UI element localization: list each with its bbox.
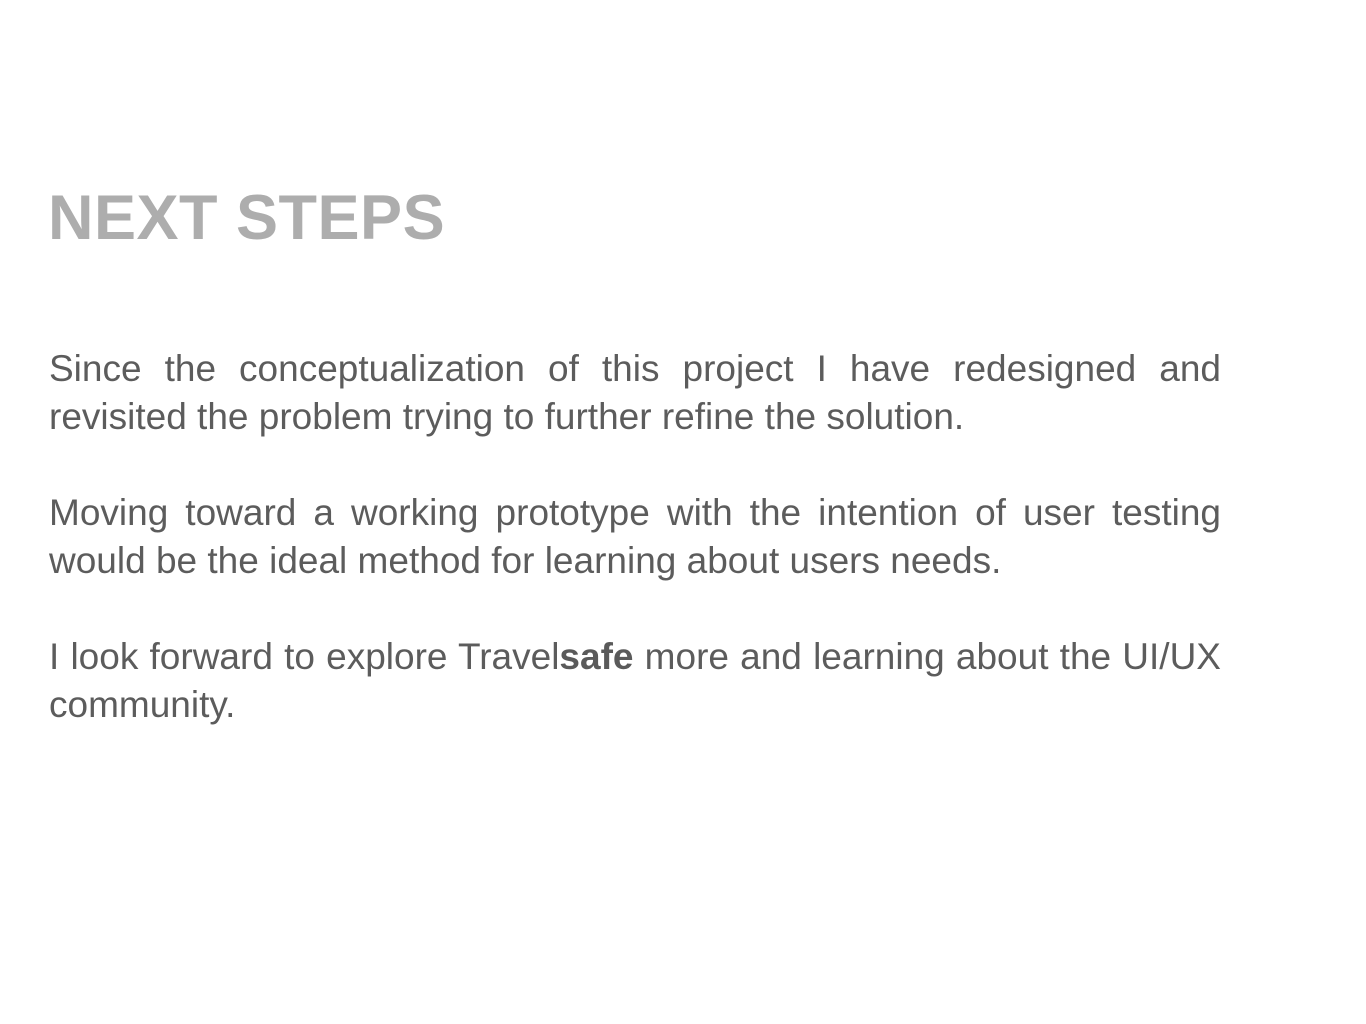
paragraph-travelsafe: I look forward to explore Travelsafe mor… (49, 633, 1221, 729)
paragraph-redesign: Since the conceptualization of this proj… (49, 348, 1221, 437)
brand-emphasis: safe (559, 636, 634, 677)
paragraph-travelsafe-start: I look forward to explore Travel (49, 636, 560, 677)
paragraph-prototype: Moving toward a working prototype with t… (49, 492, 1221, 581)
slide-title: NEXT STEPS (48, 183, 446, 253)
slide: NEXT STEPS Since the conceptualization o… (0, 0, 1366, 1024)
